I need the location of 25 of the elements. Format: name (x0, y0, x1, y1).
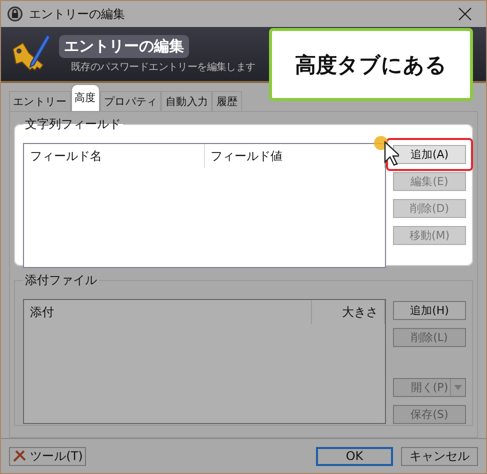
action-button[interactable]: 追加(A) (393, 145, 466, 164)
crossed-tools-icon (12, 449, 28, 463)
tab[interactable]: 履歴 (212, 91, 242, 111)
column-header[interactable]: フィールド名 (24, 144, 204, 168)
cancel-button[interactable]: キャンセル (401, 446, 478, 466)
column-header[interactable]: 添付 (24, 300, 312, 324)
dropdown-arrow-icon (454, 385, 462, 390)
window-title: エントリーの編集 (29, 6, 126, 22)
tab[interactable]: プロパティ (100, 91, 162, 111)
header-title: エントリーの編集 (59, 34, 189, 58)
tab[interactable]: エントリー (9, 91, 71, 111)
header-subtitle: 既存のパスワードエントリーを編集します (70, 60, 256, 74)
group-title: 文字列フィールド (24, 116, 122, 133)
tools-button[interactable]: ツール(T) (9, 446, 86, 466)
group-title: 添付ファイル (24, 272, 98, 289)
close-icon (458, 7, 472, 21)
callout-label: 高度タブにある (269, 28, 473, 101)
action-button[interactable]: 追加(H) (393, 301, 466, 320)
list-view[interactable]: フィールド名 フィールド値 (23, 143, 386, 268)
tab[interactable]: 高度 (70, 84, 100, 111)
lock-icon (7, 6, 23, 22)
tab[interactable]: 自動入力 (161, 91, 212, 111)
list-view[interactable]: 添付 大きさ (23, 299, 386, 424)
ok-button[interactable]: OK (316, 446, 393, 466)
column-header[interactable]: 大きさ (312, 300, 385, 324)
